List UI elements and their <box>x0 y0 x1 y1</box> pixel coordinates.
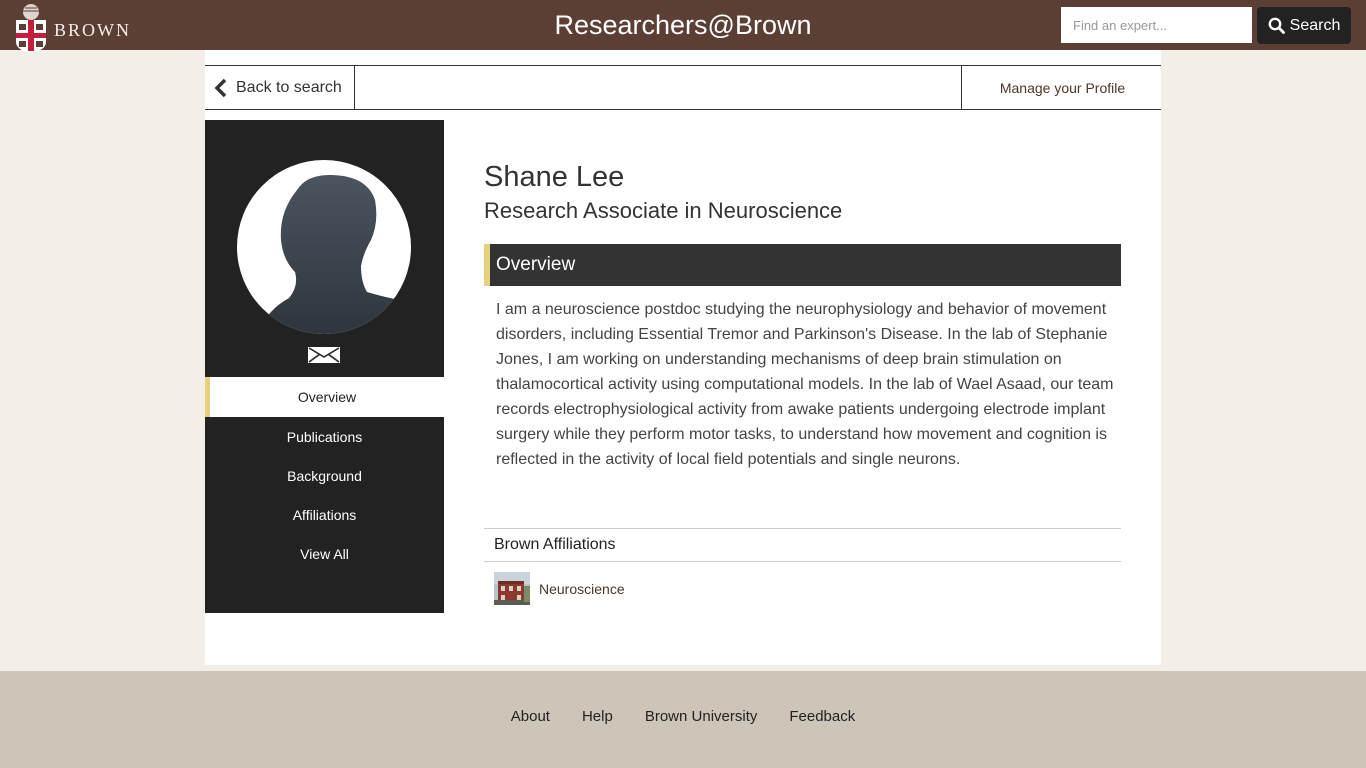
back-to-search-label: Back to search <box>236 78 342 96</box>
footer-link-about[interactable]: About <box>511 708 550 725</box>
search-input[interactable] <box>1061 7 1252 43</box>
manage-profile-link[interactable]: Manage your Profile <box>961 66 1161 109</box>
chevron-left-icon <box>214 78 227 97</box>
person-title: Research Associate in Neuroscience <box>484 198 843 223</box>
envelope-icon[interactable] <box>308 347 340 363</box>
footer-link-brown-university[interactable]: Brown University <box>645 708 758 725</box>
sidebar-item-publications[interactable]: Publications <box>205 417 444 456</box>
page-footer: About Help Brown University Feedback <box>0 671 1366 768</box>
back-to-search-link[interactable]: Back to search <box>205 66 355 109</box>
sidebar-item-overview[interactable]: Overview <box>205 377 444 417</box>
search-button-label: Search <box>1289 16 1341 34</box>
building-thumbnail <box>494 572 530 605</box>
profile-subnav: Back to search Manage your Profile <box>205 65 1161 110</box>
profile-section-nav: Overview Publications Background Affilia… <box>205 377 444 573</box>
affiliation-item[interactable]: Neuroscience <box>494 572 625 605</box>
footer-links: About Help Brown University Feedback <box>0 708 1366 725</box>
sidebar-item-affiliations[interactable]: Affiliations <box>205 495 444 534</box>
affiliation-link-neuroscience[interactable]: Neuroscience <box>539 581 625 597</box>
main-panel: Back to search Manage your Profile Overv… <box>205 50 1161 665</box>
search-button[interactable]: Search <box>1257 7 1351 44</box>
sidebar-item-background[interactable]: Background <box>205 456 444 495</box>
overview-text: I am a neuroscience postdoc studying the… <box>496 301 1114 468</box>
sidebar-item-view-all[interactable]: View All <box>205 534 444 573</box>
person-silhouette-icon <box>237 160 411 334</box>
footer-link-feedback[interactable]: Feedback <box>789 708 855 725</box>
footer-link-help[interactable]: Help <box>582 708 613 725</box>
person-name: Shane Lee <box>484 161 625 193</box>
overview-heading: Overview <box>484 244 1121 286</box>
profile-sidebar: Overview Publications Background Affilia… <box>205 120 444 613</box>
top-header: BROWN Researchers@Brown Search <box>0 0 1366 53</box>
affiliations-heading: Brown Affiliations <box>484 528 1121 562</box>
search-icon <box>1268 17 1285 34</box>
